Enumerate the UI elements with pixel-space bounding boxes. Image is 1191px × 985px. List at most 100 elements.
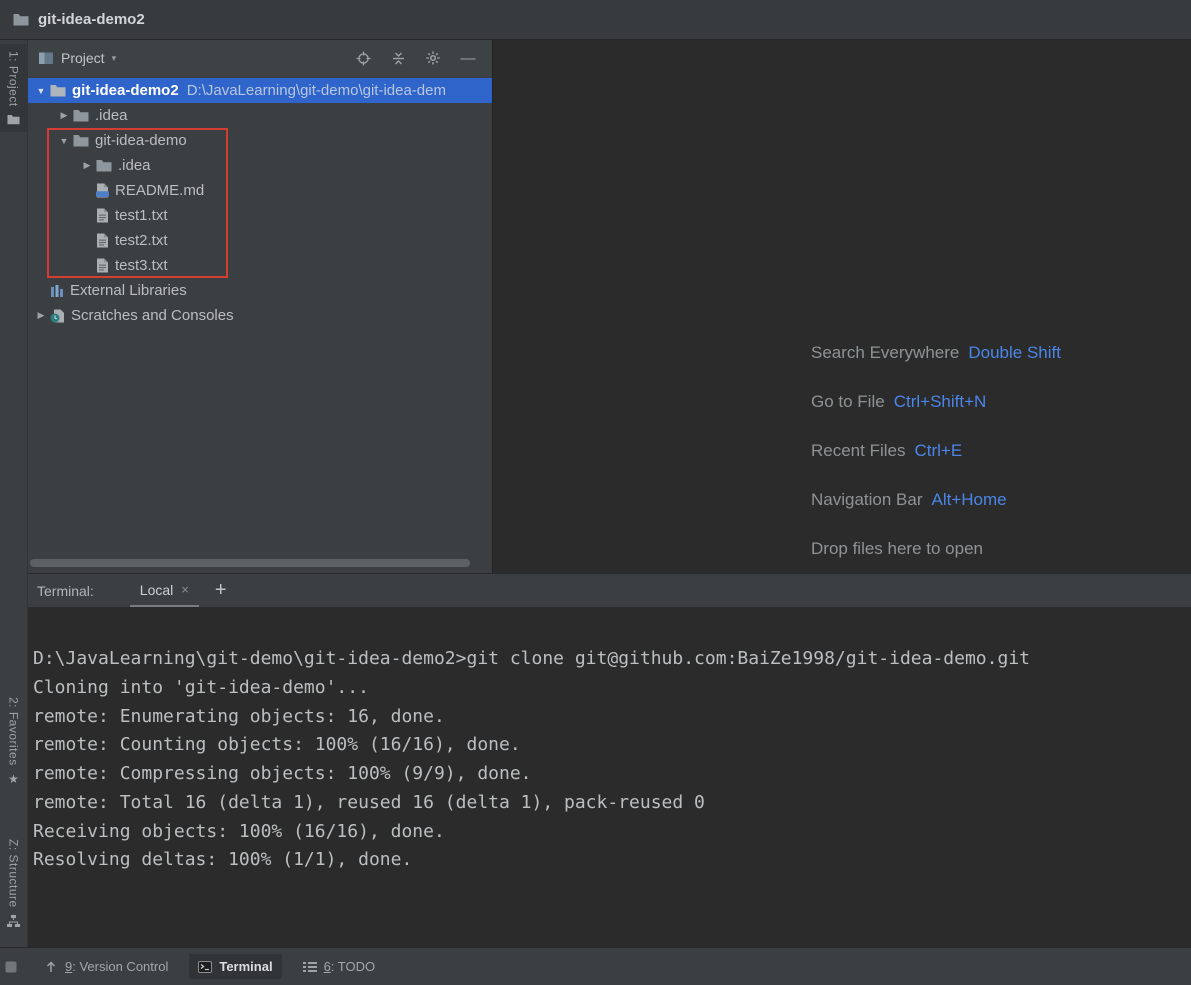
- terminal-prompt-line: D:\JavaLearning\git-demo\git-idea-demo2>: [33, 904, 1191, 933]
- terminal-panel-label: Terminal:: [37, 583, 94, 599]
- terminal-tab-bar: Terminal: Local × +: [28, 573, 1191, 607]
- terminal-console[interactable]: D:\JavaLearning\git-demo\git-idea-demo2>…: [28, 607, 1191, 947]
- tree-item-test2[interactable]: test2.txt: [28, 228, 492, 253]
- folder-icon: [96, 159, 112, 172]
- shortcut-label: Recent Files: [811, 441, 905, 461]
- stripe-project-label: 1: Project: [7, 51, 21, 107]
- project-panel-title[interactable]: Project: [61, 50, 105, 66]
- tree-item-label: test3.txt: [115, 257, 168, 274]
- tree-item-idea-folder[interactable]: ▶ .idea: [28, 103, 492, 128]
- shortcut-label: Go to File: [811, 392, 885, 412]
- tree-item-project-root[interactable]: ▼ git-idea-demo2 D:\JavaLearning\git-dem…: [28, 78, 492, 103]
- tree-item-label: git-idea-demo2: [72, 82, 179, 99]
- stripe-structure-label: Z: Structure: [7, 839, 21, 908]
- version-control-label: 9: Version Control: [65, 959, 168, 974]
- shortcut-navigation-bar: Navigation Bar Alt+Home: [811, 475, 1061, 524]
- tool-window-switcher-icon[interactable]: [5, 961, 17, 973]
- tree-item-label: git-idea-demo: [95, 132, 187, 149]
- terminal-output-line: Cloning into 'git-idea-demo'...: [33, 674, 1191, 703]
- text-file-icon: [96, 208, 109, 223]
- scratches-icon: [50, 309, 65, 323]
- shortcut-drop-files: Drop files here to open: [811, 524, 1061, 573]
- tree-item-label: test2.txt: [115, 232, 168, 249]
- shortcut-keys: Alt+Home: [932, 490, 1007, 510]
- tree-item-external-libraries[interactable]: External Libraries: [28, 278, 492, 303]
- folder-icon: [73, 134, 89, 147]
- new-terminal-session-button[interactable]: +: [215, 579, 227, 602]
- hide-panel-icon[interactable]: —: [454, 44, 482, 72]
- shortcut-keys: Double Shift: [968, 343, 1061, 363]
- stripe-button-favorites[interactable]: 2: Favorites ★: [0, 690, 27, 792]
- chevron-down-icon[interactable]: ▾: [112, 53, 117, 64]
- chevron-right-icon[interactable]: ▶: [32, 310, 50, 321]
- version-control-icon: [44, 960, 58, 974]
- tree-item-label: .idea: [118, 157, 151, 174]
- tree-item-readme[interactable]: README.md: [28, 178, 492, 203]
- markdown-file-icon: [96, 183, 109, 198]
- todo-list-icon: [303, 961, 317, 973]
- chevron-down-icon[interactable]: ▼: [32, 86, 50, 96]
- terminal-output-line: Resolving deltas: 100% (1/1), done.: [33, 846, 1191, 875]
- tree-item-test3[interactable]: test3.txt: [28, 253, 492, 278]
- shortcut-label: Search Everywhere: [811, 343, 959, 363]
- project-tree: ▼ git-idea-demo2 D:\JavaLearning\git-dem…: [28, 76, 492, 328]
- tree-item-path: D:\JavaLearning\git-demo\git-idea-dem: [187, 82, 446, 99]
- horizontal-scrollbar[interactable]: [30, 559, 470, 567]
- version-control-button[interactable]: 9: Version Control: [35, 954, 177, 979]
- shortcut-keys: Ctrl+Shift+N: [894, 392, 987, 412]
- tree-item-label: External Libraries: [70, 282, 187, 299]
- editor-area: Search Everywhere Double Shift Go to Fil…: [492, 40, 1191, 573]
- chevron-right-icon[interactable]: ▶: [55, 110, 73, 121]
- settings-gear-icon[interactable]: [419, 44, 447, 72]
- tree-item-label: Scratches and Consoles: [71, 307, 234, 324]
- shortcut-label: Navigation Bar: [811, 490, 923, 510]
- todo-button[interactable]: 6: TODO: [294, 954, 385, 979]
- terminal-tab-title: Local: [140, 582, 173, 598]
- todo-button-label: 6: TODO: [324, 959, 376, 974]
- tree-item-test1[interactable]: test1.txt: [28, 203, 492, 228]
- terminal-output-line: remote: Enumerating objects: 16, done.: [33, 703, 1191, 732]
- folder-icon: [50, 84, 66, 97]
- terminal-icon: [198, 961, 212, 973]
- editor-shortcuts-overlay: Search Everywhere Double Shift Go to Fil…: [811, 328, 1061, 573]
- close-tab-icon[interactable]: ×: [181, 582, 189, 597]
- tool-window-stripe-left: 1: Project 2: Favorites ★ Z: Structure: [0, 40, 28, 947]
- stripe-button-project[interactable]: 1: Project: [0, 44, 27, 132]
- external-libraries-icon: [50, 284, 64, 298]
- terminal-blank-line: [33, 875, 1191, 904]
- text-file-icon: [96, 258, 109, 273]
- shortcut-recent-files: Recent Files Ctrl+E: [811, 426, 1061, 475]
- status-bar: 9: Version Control Terminal 6: TODO: [0, 947, 1191, 985]
- terminal-button[interactable]: Terminal: [189, 954, 281, 979]
- tree-item-label: test1.txt: [115, 207, 168, 224]
- shortcut-keys: Ctrl+E: [914, 441, 962, 461]
- terminal-output-line: remote: Compressing objects: 100% (9/9),…: [33, 760, 1191, 789]
- shortcut-go-to-file: Go to File Ctrl+Shift+N: [811, 377, 1061, 426]
- text-file-icon: [96, 233, 109, 248]
- star-icon: ★: [8, 773, 19, 785]
- locate-file-icon[interactable]: [349, 44, 377, 72]
- tree-item-nested-idea-folder[interactable]: ▶ .idea: [28, 153, 492, 178]
- shortcut-search-everywhere: Search Everywhere Double Shift: [811, 328, 1061, 377]
- tree-item-label: .idea: [95, 107, 128, 124]
- window-titlebar: git-idea-demo2: [0, 0, 1191, 40]
- stripe-favorites-label: 2: Favorites: [7, 697, 21, 766]
- chevron-right-icon[interactable]: ▶: [78, 160, 96, 171]
- terminal-tab-local[interactable]: Local ×: [130, 574, 199, 607]
- project-tool-icon: [7, 114, 20, 125]
- terminal-output-line: D:\JavaLearning\git-demo\git-idea-demo2>…: [33, 645, 1191, 674]
- terminal-output-line: remote: Counting objects: 100% (16/16), …: [33, 731, 1191, 760]
- folder-icon: [73, 109, 89, 122]
- tree-item-scratches[interactable]: ▶ Scratches and Consoles: [28, 303, 492, 328]
- tree-item-git-idea-demo[interactable]: ▼ git-idea-demo: [28, 128, 492, 153]
- structure-icon: [7, 915, 20, 927]
- terminal-output-line: Receiving objects: 100% (16/16), done.: [33, 818, 1191, 847]
- stripe-button-structure[interactable]: Z: Structure: [0, 832, 27, 934]
- shortcut-label: Drop files here to open: [811, 539, 983, 559]
- project-folder-icon: [13, 13, 29, 26]
- project-tool-window: Project ▾ — ▼ git-idea-demo2 D:\JavaLear…: [28, 40, 492, 573]
- chevron-down-icon[interactable]: ▼: [55, 136, 73, 146]
- collapse-all-icon[interactable]: [384, 44, 412, 72]
- terminal-output-line: remote: Total 16 (delta 1), reused 16 (d…: [33, 789, 1191, 818]
- tree-item-label: README.md: [115, 182, 204, 199]
